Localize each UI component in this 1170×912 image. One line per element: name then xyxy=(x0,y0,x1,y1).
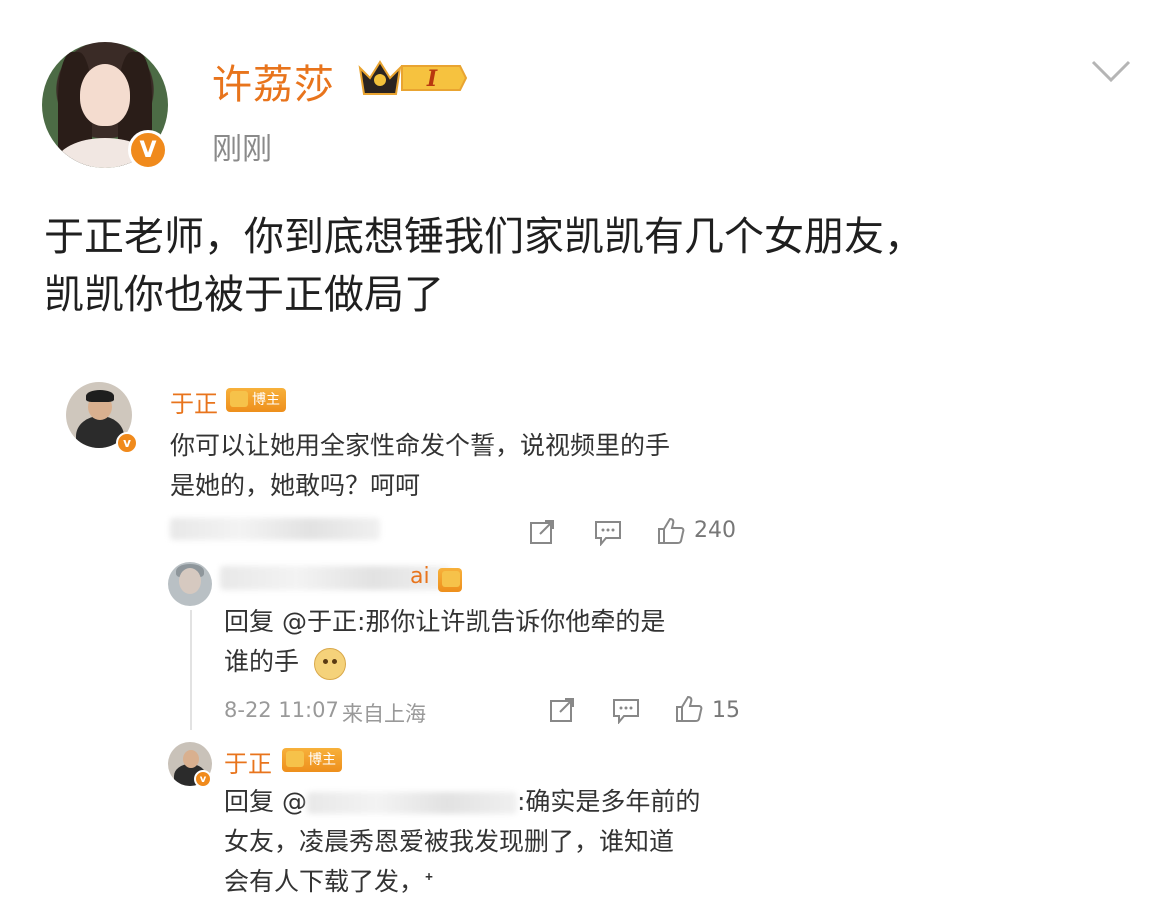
chevron-down-icon[interactable] xyxy=(1090,58,1132,84)
post-line: 凯凯你也被于正做局了 xyxy=(44,272,444,318)
verified-icon: v xyxy=(116,432,138,454)
like-icon[interactable] xyxy=(656,516,686,546)
commenter-name: 于正 xyxy=(170,390,218,418)
like-count: 240 xyxy=(694,518,736,543)
blurred-meta xyxy=(170,518,380,540)
comment-icon[interactable] xyxy=(594,520,622,546)
crown-icon xyxy=(230,391,248,407)
crown-icon xyxy=(438,568,462,592)
reply-text: 回复 @于正:那你让许凯告诉你他牵的是 谁的手 xyxy=(224,607,666,676)
comment-icon[interactable] xyxy=(612,698,640,724)
replier-avatar xyxy=(168,562,212,606)
share-icon[interactable] xyxy=(528,518,556,546)
like-count: 15 xyxy=(712,698,740,723)
embedded-screenshot: v 于正 博主 你可以让她用全家性命发个誓，说视频里的手 是她的，她敢吗？呵呵 … xyxy=(60,372,750,912)
replier-name: ai xyxy=(410,564,430,589)
commenter-name: 于正 xyxy=(224,750,272,778)
comment-text: 你可以让她用全家性命发个誓，说视频里的手 是她的，她敢吗？呵呵 xyxy=(170,431,671,500)
reply-date: 8-22 11:07 xyxy=(224,698,339,722)
like-icon[interactable] xyxy=(674,694,704,724)
thread-line xyxy=(190,610,192,730)
blogger-badge: 博主 xyxy=(226,388,286,412)
doge-emoji-icon xyxy=(314,648,346,680)
reply-text: 回复 @:确实是多年前的 女友，凌晨秀恩爱被我发现删了，谁知道 会有人下载了发，… xyxy=(224,787,701,896)
reply-location: 来自上海 xyxy=(342,702,426,726)
share-icon[interactable] xyxy=(548,696,576,724)
post-line: 于正老师，你到底想锤我们家凯凯有几个女朋友， xyxy=(44,214,924,260)
level-badge-text: I xyxy=(426,66,438,92)
verified-icon: v xyxy=(194,770,212,788)
author-name[interactable]: 许荔莎 xyxy=(212,52,335,110)
blogger-badge: 博主 xyxy=(282,748,342,772)
crown-icon[interactable]: I xyxy=(356,56,468,100)
crown-icon xyxy=(286,751,304,767)
post-time: 刚刚 xyxy=(212,132,272,167)
post-body: 于正老师，你到底想锤我们家凯凯有几个女朋友， 凯凯你也被于正做局了 xyxy=(44,208,1144,324)
verified-icon: V xyxy=(128,130,168,170)
